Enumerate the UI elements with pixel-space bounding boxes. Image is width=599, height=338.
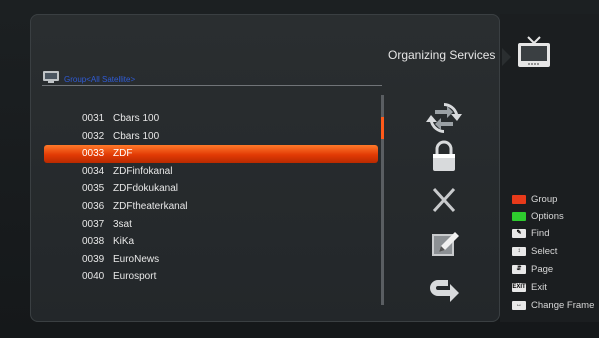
channel-number: 0035	[82, 183, 105, 195]
channel-row[interactable]: 0035 ZDFdokukanal	[44, 180, 378, 198]
channel-row[interactable]: 0034 ZDFinfokanal	[44, 163, 378, 181]
channel-number: 0031	[82, 113, 105, 124]
group-label[interactable]: Group<All Satellite>	[64, 75, 135, 84]
legend-exit: EXIT Exit	[512, 282, 547, 293]
channel-name: Eurosport	[113, 271, 157, 283]
leftright-key-icon: ↔	[512, 300, 526, 310]
header-arrow	[502, 48, 511, 66]
channel-number: 0036	[82, 200, 105, 212]
page-title: Organizing Services	[388, 48, 496, 62]
channel-number: 0034	[82, 165, 105, 177]
channel-row[interactable]: 0032 Cbars 100	[44, 128, 378, 146]
channel-name: ZDFdokukanal	[113, 183, 179, 195]
channel-row[interactable]: 0036 ZDFtheaterkanal	[44, 198, 378, 216]
channel-row[interactable]: 0031 Cbars 100	[44, 110, 378, 128]
channel-name: ZDFtheaterkanal	[113, 200, 188, 212]
legend-group: Group	[512, 193, 557, 207]
channel-number: 0040	[82, 271, 105, 283]
channel-name: Cbars 100	[113, 113, 160, 124]
legend-change-frame: ↔ Change Frame	[512, 299, 594, 313]
channel-number: 0039	[82, 253, 105, 265]
channel-number: 0038	[82, 236, 105, 248]
page-key-icon: ⇵	[512, 264, 526, 274]
updown-key-icon: ↕	[512, 246, 526, 256]
channel-name: ZDF	[113, 148, 133, 160]
channel-row[interactable]: 0037 3sat	[44, 216, 378, 234]
monitor-icon	[43, 71, 59, 83]
red-key-icon	[512, 194, 526, 204]
channel-row[interactable]: 0039 EuroNews	[44, 251, 378, 269]
tv-icon	[518, 36, 550, 67]
delete-icon[interactable]	[425, 184, 463, 216]
legend-find: ✎ Find	[512, 227, 549, 241]
legend-select: ↕ Select	[512, 245, 557, 259]
channel-number: 0032	[82, 130, 105, 142]
group-divider	[42, 85, 382, 86]
channel-list: 0031 Cbars 100 0032 Cbars 100 0033 ZDF 0034 ZDF…	[44, 110, 378, 286]
green-key-icon	[512, 211, 526, 221]
scrollbar-thumb[interactable]	[381, 117, 384, 139]
channel-name: Cbars 100	[113, 130, 160, 142]
channel-name: 3sat	[113, 218, 132, 230]
channel-name: KiKa	[113, 236, 135, 248]
rename-icon[interactable]	[425, 228, 463, 260]
exit-key-icon: EXIT	[512, 282, 526, 292]
back-icon[interactable]	[425, 276, 463, 308]
channel-row[interactable]: 0040 Eurosport	[44, 268, 378, 286]
channel-row[interactable]: 0038 KiKa	[44, 233, 378, 251]
move-icon[interactable]	[425, 102, 463, 134]
legend-options: Options	[512, 210, 564, 224]
find-key-icon: ✎	[512, 228, 526, 238]
channel-number: 0037	[82, 218, 105, 230]
lock-icon[interactable]	[425, 140, 463, 172]
channel-row-selected[interactable]: 0033 ZDF	[44, 145, 378, 163]
legend-page: ⇵ Page	[512, 263, 553, 277]
channel-number: 0033	[82, 148, 105, 160]
channel-name: ZDFinfokanal	[113, 165, 173, 177]
channel-name: EuroNews	[113, 253, 160, 265]
